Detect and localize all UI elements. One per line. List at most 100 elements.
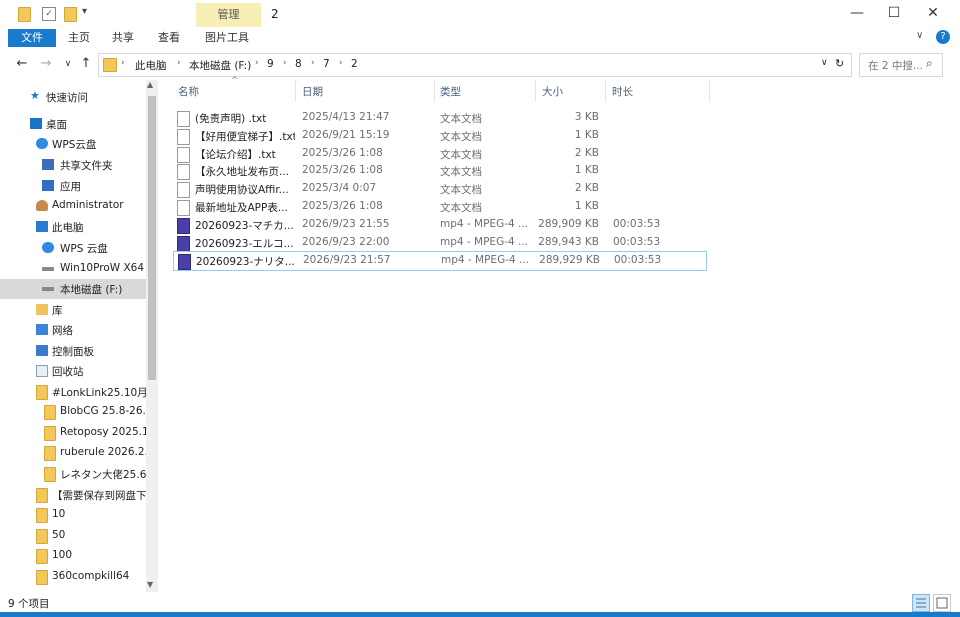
sidebar-item-quick-access[interactable]: ★ 快速访问 xyxy=(0,87,146,107)
file-row[interactable]: 【论坛介绍】.txt 2025/3/26 1:08 文本文档 2 KB xyxy=(173,145,705,163)
tab-picture-tools[interactable]: 图片工具 xyxy=(198,29,256,47)
breadcrumb-separator[interactable]: › xyxy=(177,58,181,68)
new-folder-icon[interactable] xyxy=(64,7,77,22)
folder-icon xyxy=(44,446,56,461)
sidebar-scrollbar-thumb[interactable] xyxy=(148,96,156,380)
sidebar-item-wps-cloud-drive[interactable]: WPS 云盘 xyxy=(0,238,146,258)
properties-icon[interactable]: ✓ xyxy=(42,7,56,21)
customize-quick-access-icon[interactable]: ▾ xyxy=(82,6,93,19)
video-file-icon xyxy=(178,254,191,270)
file-date: 2026/9/21 15:19 xyxy=(302,129,390,141)
sidebar-item-this-pc[interactable]: 此电脑 xyxy=(0,217,146,237)
column-divider[interactable] xyxy=(709,80,710,102)
file-row[interactable]: 【永久地址发布页... 2025/3/26 1:08 文本文档 1 KB xyxy=(173,162,705,180)
sidebar-item-administrator[interactable]: Administrator xyxy=(0,196,146,216)
address-bar[interactable]: › 此电脑 › 本地磁盘 (F:) › 9 › 8 › 7 › 2 ∨ ↻ xyxy=(98,53,852,77)
file-type: 文本文档 xyxy=(440,202,482,214)
column-header-type[interactable]: 类型 xyxy=(440,84,461,99)
sidebar-item-desktop[interactable]: 桌面 xyxy=(0,114,146,134)
file-date: 2025/3/26 1:08 xyxy=(302,147,383,159)
sidebar-item-control-panel[interactable]: 控制面板 xyxy=(0,341,146,361)
search-input[interactable]: 在 2 中搜... ⌕ xyxy=(859,53,943,77)
column-divider[interactable] xyxy=(605,80,606,102)
maximize-button[interactable]: ☐ xyxy=(883,4,905,22)
breadcrumb-this-pc[interactable]: 此电脑 xyxy=(135,58,167,73)
breadcrumb-separator[interactable]: › xyxy=(255,58,259,68)
sidebar-item-recycle-bin[interactable]: 回收站 xyxy=(0,361,146,381)
ribbon-collapse-icon[interactable]: ∨ xyxy=(916,30,923,41)
sidebar-item-apps[interactable]: 应用 xyxy=(0,176,146,196)
file-duration: 00:03:53 xyxy=(613,236,661,248)
details-view-button[interactable] xyxy=(912,594,930,612)
sidebar-item-label: Administrator xyxy=(52,199,124,211)
tab-view[interactable]: 查看 xyxy=(152,29,186,47)
scroll-down-icon[interactable]: ▼ xyxy=(147,580,153,589)
sidebar-item-folder[interactable]: Retoposy 2025.1 xyxy=(0,423,149,443)
scroll-up-icon[interactable]: ▲ xyxy=(147,80,153,89)
tab-manage[interactable]: 管理 xyxy=(196,3,261,27)
column-header-duration[interactable]: 时长 xyxy=(612,84,633,99)
minimize-button[interactable]: — xyxy=(846,4,868,22)
column-divider[interactable] xyxy=(434,80,435,102)
sidebar-item-folder[interactable]: 100 xyxy=(0,546,146,566)
file-type: mp4 - MPEG-4 ... xyxy=(441,254,530,266)
sidebar-item-label: 应用 xyxy=(60,181,81,193)
tab-home[interactable]: 主页 xyxy=(62,29,96,47)
help-icon[interactable]: ? xyxy=(936,30,950,44)
file-row[interactable]: (免责声明) .txt 2025/4/13 21:47 文本文档 3 KB xyxy=(173,109,705,127)
address-dropdown-icon[interactable]: ∨ xyxy=(821,58,828,68)
file-row-selected[interactable]: 20260923-ナリタ... 2026/9/23 21:57 mp4 - MP… xyxy=(173,251,707,271)
large-icons-view-button[interactable] xyxy=(933,594,951,612)
column-header-name[interactable]: 名称 xyxy=(178,84,199,99)
column-divider[interactable] xyxy=(295,80,296,102)
sidebar-item-folder[interactable]: #LonkLink25.10月- xyxy=(0,382,151,402)
back-button[interactable]: ← xyxy=(14,54,30,74)
sidebar-item-label: #LonkLink25.10月- xyxy=(52,387,152,399)
file-name: 【好用便宜梯子】.txt xyxy=(195,131,295,143)
tab-file[interactable]: 文件 xyxy=(8,29,56,47)
sidebar-item-folder[interactable]: ruberule 2026.2.1 xyxy=(0,443,155,463)
file-row[interactable]: 20260923-エルコ... 2026/9/23 22:00 mp4 - MP… xyxy=(173,234,705,252)
file-list-scrollbar[interactable] xyxy=(950,80,960,592)
sidebar-item-folder[interactable]: BlobCG 25.8-26.2 xyxy=(0,402,153,422)
sidebar-item-network[interactable]: 网络 xyxy=(0,320,146,340)
file-name: 声明使用协议Affir... xyxy=(195,184,289,196)
column-header-date[interactable]: 日期 xyxy=(302,84,323,99)
sidebar-item-folder[interactable]: 【需要保存到网盘下 xyxy=(0,485,147,505)
breadcrumb-separator[interactable]: › xyxy=(121,58,125,68)
refresh-icon[interactable]: ↻ xyxy=(835,57,844,70)
sidebar-item-drive-f[interactable]: 本地磁盘 (F:) xyxy=(0,279,146,299)
up-button[interactable]: ↑ xyxy=(78,54,94,74)
sidebar-item-folder[interactable]: 360compkill64 xyxy=(0,567,146,587)
sidebar-item-wps-cloud[interactable]: WPS云盘 xyxy=(0,134,146,154)
breadcrumb-2[interactable]: 2 xyxy=(351,58,358,70)
forward-button[interactable]: → xyxy=(38,54,54,74)
sidebar-item-folder[interactable]: 10 xyxy=(0,505,146,525)
breadcrumb-separator[interactable]: › xyxy=(311,58,315,68)
folder-icon xyxy=(36,549,48,564)
column-divider[interactable] xyxy=(535,80,536,102)
breadcrumb-separator[interactable]: › xyxy=(339,58,343,68)
recent-locations-button[interactable]: ∨ xyxy=(60,54,76,74)
breadcrumb-8[interactable]: 8 xyxy=(295,58,302,70)
sidebar-item-label: 10 xyxy=(52,508,66,520)
file-row[interactable]: 最新地址及APP表... 2025/3/26 1:08 文本文档 1 KB xyxy=(173,198,705,216)
sidebar-item-drive-c[interactable]: Win10ProW X64 xyxy=(0,259,146,279)
sidebar-item-folder[interactable]: 50 xyxy=(0,526,146,546)
column-header-size[interactable]: 大小 xyxy=(542,84,563,99)
close-button[interactable]: ✕ xyxy=(922,4,944,22)
sidebar-item-shared-folder[interactable]: 共享文件夹 xyxy=(0,155,146,175)
file-row[interactable]: 声明使用协议Affir... 2025/3/4 0:07 文本文档 2 KB xyxy=(173,180,705,198)
search-icon[interactable]: ⌕ xyxy=(926,56,933,71)
sidebar-item-label: 【需要保存到网盘下 xyxy=(52,490,147,502)
search-placeholder: 在 2 中搜... xyxy=(868,60,923,72)
breadcrumb-9[interactable]: 9 xyxy=(267,58,274,70)
file-row[interactable]: 【好用便宜梯子】.txt 2026/9/21 15:19 文本文档 1 KB xyxy=(173,127,705,145)
breadcrumb-separator[interactable]: › xyxy=(283,58,287,68)
breadcrumb-7[interactable]: 7 xyxy=(323,58,330,70)
sidebar-item-folder[interactable]: レネタン大佬25.6 xyxy=(0,464,146,484)
file-row[interactable]: 20260923-マチカ... 2026/9/23 21:55 mp4 - MP… xyxy=(173,216,705,234)
tab-share[interactable]: 共享 xyxy=(106,29,140,47)
sidebar-item-libraries[interactable]: 库 xyxy=(0,300,146,320)
breadcrumb-drive-f[interactable]: 本地磁盘 (F:) xyxy=(189,58,251,73)
